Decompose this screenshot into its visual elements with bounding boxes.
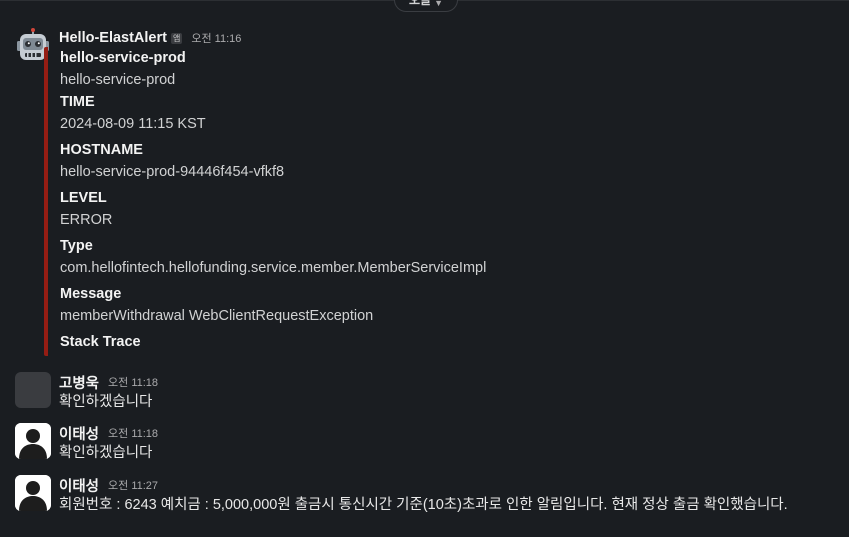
field-title: hello-service-prod (60, 50, 186, 66)
author-name[interactable]: 고병욱 (59, 372, 99, 393)
chevron-down-icon: ▼ (434, 0, 443, 8)
field-value: memberWithdrawal WebClientRequestExcepti… (60, 308, 374, 324)
field-value: hello-service-prod (60, 72, 176, 88)
app-badge: 앱 (170, 32, 183, 44)
message-timestamp[interactable]: 오전 11:18 (108, 425, 158, 441)
field-value: hello-service-prod-94446f454-vfkf8 (60, 164, 285, 180)
author-name[interactable]: 이태성 (59, 475, 99, 496)
field-title: Type (60, 238, 93, 254)
field-value: com.hellofintech.hellofunding.service.me… (60, 260, 487, 276)
date-divider-button[interactable]: 오늘 ▼ (394, 0, 458, 12)
date-divider-label: 오늘 (408, 0, 432, 7)
message-timestamp[interactable]: 오전 11:16 (191, 30, 241, 46)
field-title: LEVEL (60, 190, 107, 206)
message-timestamp[interactable]: 오전 11:18 (108, 374, 158, 390)
field-value: 2024-08-09 11:15 KST (60, 116, 206, 132)
field-title: HOSTNAME (60, 142, 143, 158)
message-text: 확인하겠습니다 (59, 445, 153, 461)
field-title: Message (60, 286, 122, 302)
message-timestamp[interactable]: 오전 11:27 (108, 477, 158, 493)
person-icon[interactable] (15, 475, 51, 511)
message-text: 확인하겠습니다 (59, 394, 153, 410)
field-title: Stack Trace (60, 334, 141, 350)
alert-attachment: hello-service-prod hello-service-prod TI… (44, 47, 648, 356)
person-icon[interactable] (15, 423, 51, 459)
avatar[interactable] (15, 372, 51, 408)
author-name[interactable]: Hello-ElastAlert (59, 30, 167, 46)
message-text: 회원번호 : 6243 예치금 : 5,000,000원 출금시 통신시간 기준… (59, 497, 788, 513)
author-name[interactable]: 이태성 (59, 423, 99, 444)
field-title: TIME (60, 94, 95, 110)
message-header: Hello-ElastAlert 앱 오전 11:16 (59, 28, 839, 48)
field-value: ERROR (60, 212, 113, 228)
